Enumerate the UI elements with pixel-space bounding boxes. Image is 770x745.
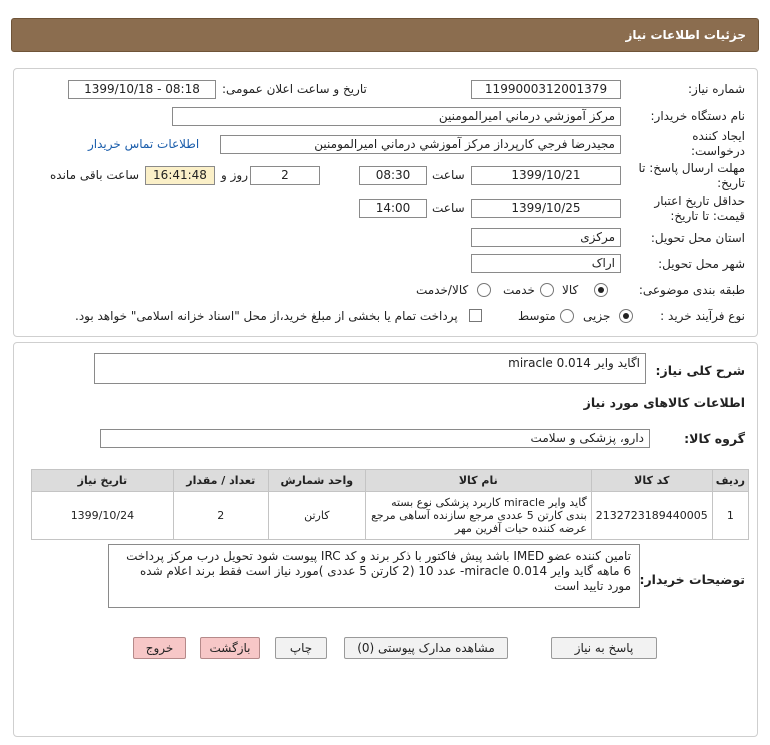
page-header: جزئیات اطلاعات نیاز <box>11 18 759 52</box>
back-button[interactable]: بازگشت <box>200 637 260 659</box>
remaining-time-field: 16:41:48 <box>145 166 215 185</box>
row-code: 2132723189440005 <box>590 491 713 540</box>
goods-info-heading: اطلاعات کالاهای مورد نیاز <box>583 395 745 410</box>
buyer-org-field: مرکز آموزشي درماني اميرالمومنين <box>172 107 621 126</box>
province-label: استان محل تحویل: <box>650 231 745 245</box>
need-details-panel: شرح کلی نیاز: اگاید وایر miracle 0.014 ا… <box>13 342 758 737</box>
treasury-payment-checkbox[interactable] <box>469 309 482 322</box>
reply-time-field: 08:30 <box>359 166 427 185</box>
need-number-label: شماره نیاز: <box>688 82 745 96</box>
summary-label: شرح کلی نیاز: <box>655 363 745 378</box>
exit-button[interactable]: خروج <box>133 637 186 659</box>
category-radio-goods-service[interactable] <box>477 283 491 297</box>
category-radio-service[interactable] <box>540 283 554 297</box>
print-button[interactable]: چاپ <box>275 637 327 659</box>
table-row: 1 2132723189440005 گاید وایر miracle کار… <box>31 491 750 540</box>
validity-time-field: 14:00 <box>359 199 427 218</box>
announce-date-label: تاریخ و ساعت اعلان عمومی: <box>222 82 367 96</box>
view-attachments-button[interactable]: مشاهده مدارک پیوستی (0) <box>344 637 508 659</box>
goods-table: ردیف کد کالا نام کالا واحد شمارش تعداد /… <box>31 469 750 540</box>
goods-group-label: گروه کالا: <box>684 431 745 446</box>
creator-label: ایجاد کننده درخواست: <box>691 129 745 158</box>
row-qty: 2 <box>172 491 269 540</box>
days-label: روز و <box>221 168 248 182</box>
remaining-days-field: 2 <box>250 166 320 185</box>
buyer-contact-link[interactable]: اطلاعات تماس خریدار <box>88 137 199 151</box>
category-option-service: خدمت <box>503 283 535 297</box>
col-name: نام کالا <box>364 469 592 492</box>
purchase-type-label: نوع فرآیند خرید : <box>660 309 745 323</box>
reply-button[interactable]: پاسخ به نیاز <box>551 637 657 659</box>
col-unit: واحد شمارش <box>267 469 366 492</box>
validity-date-field: 1399/10/25 <box>471 199 621 218</box>
need-number-field: 1199000312001379 <box>471 80 621 99</box>
purchase-radio-minor[interactable] <box>619 309 633 323</box>
buyer-notes-label: توضیحات خریدار: <box>639 572 745 587</box>
col-index: ردیف <box>711 469 750 492</box>
category-label: طبقه بندی موضوعی: <box>638 283 745 297</box>
page-title: جزئیات اطلاعات نیاز <box>625 28 746 42</box>
request-info-panel: شماره نیاز: 1199000312001379 تاریخ و ساع… <box>13 68 758 337</box>
price-validity-label: حداقل تاریخ اعتبار قیمت: تا تاریخ: <box>654 194 745 223</box>
category-option-goods-service: کالا/خدمت <box>416 283 469 297</box>
row-index: 1 <box>711 491 750 540</box>
col-date: تاریخ نیاز <box>31 469 174 492</box>
row-unit: کارتن <box>267 491 366 540</box>
goods-group-field: دارو، پزشکی و سلامت <box>100 429 650 448</box>
reply-deadline-label: مهلت ارسال پاسخ: تا تاریخ: <box>638 161 745 190</box>
goods-table-header: ردیف کد کالا نام کالا واحد شمارش تعداد /… <box>31 469 750 492</box>
reply-date-field: 1399/10/21 <box>471 166 621 185</box>
buyer-org-label: نام دستگاه خریدار: <box>650 109 746 123</box>
remaining-time-label: ساعت باقی مانده <box>50 168 140 182</box>
purchase-option-medium: متوسط <box>518 309 556 323</box>
city-field: اراک <box>471 254 621 273</box>
reply-time-label: ساعت <box>432 168 465 182</box>
buyer-notes-field: تامین کننده عضو IMED باشد پیش فاکتور با … <box>108 544 640 608</box>
creator-field: مجیدرضا فرجي كارپرداز مرکز آموزشي درماني… <box>220 135 621 154</box>
category-option-goods: کالا <box>562 283 579 297</box>
purchase-option-minor: جزیی <box>583 309 611 323</box>
treasury-payment-note: پرداخت تمام یا بخشی از مبلغ خرید،از محل … <box>75 309 458 323</box>
row-date: 1399/10/24 <box>31 491 174 540</box>
row-name: گاید وایر miracle کاربرد پزشکی نوع بسته … <box>364 491 592 540</box>
col-code: کد کالا <box>590 469 713 492</box>
category-radio-goods[interactable] <box>594 283 608 297</box>
summary-field: اگاید وایر miracle 0.014 <box>94 353 646 384</box>
validity-time-label: ساعت <box>432 201 465 215</box>
city-label: شهر محل تحویل: <box>658 257 745 271</box>
province-field: مرکزی <box>471 228 621 247</box>
col-qty: تعداد / مقدار <box>172 469 269 492</box>
purchase-radio-medium[interactable] <box>560 309 574 323</box>
announce-date-field: 1399/10/18 - 08:18 <box>68 80 216 99</box>
